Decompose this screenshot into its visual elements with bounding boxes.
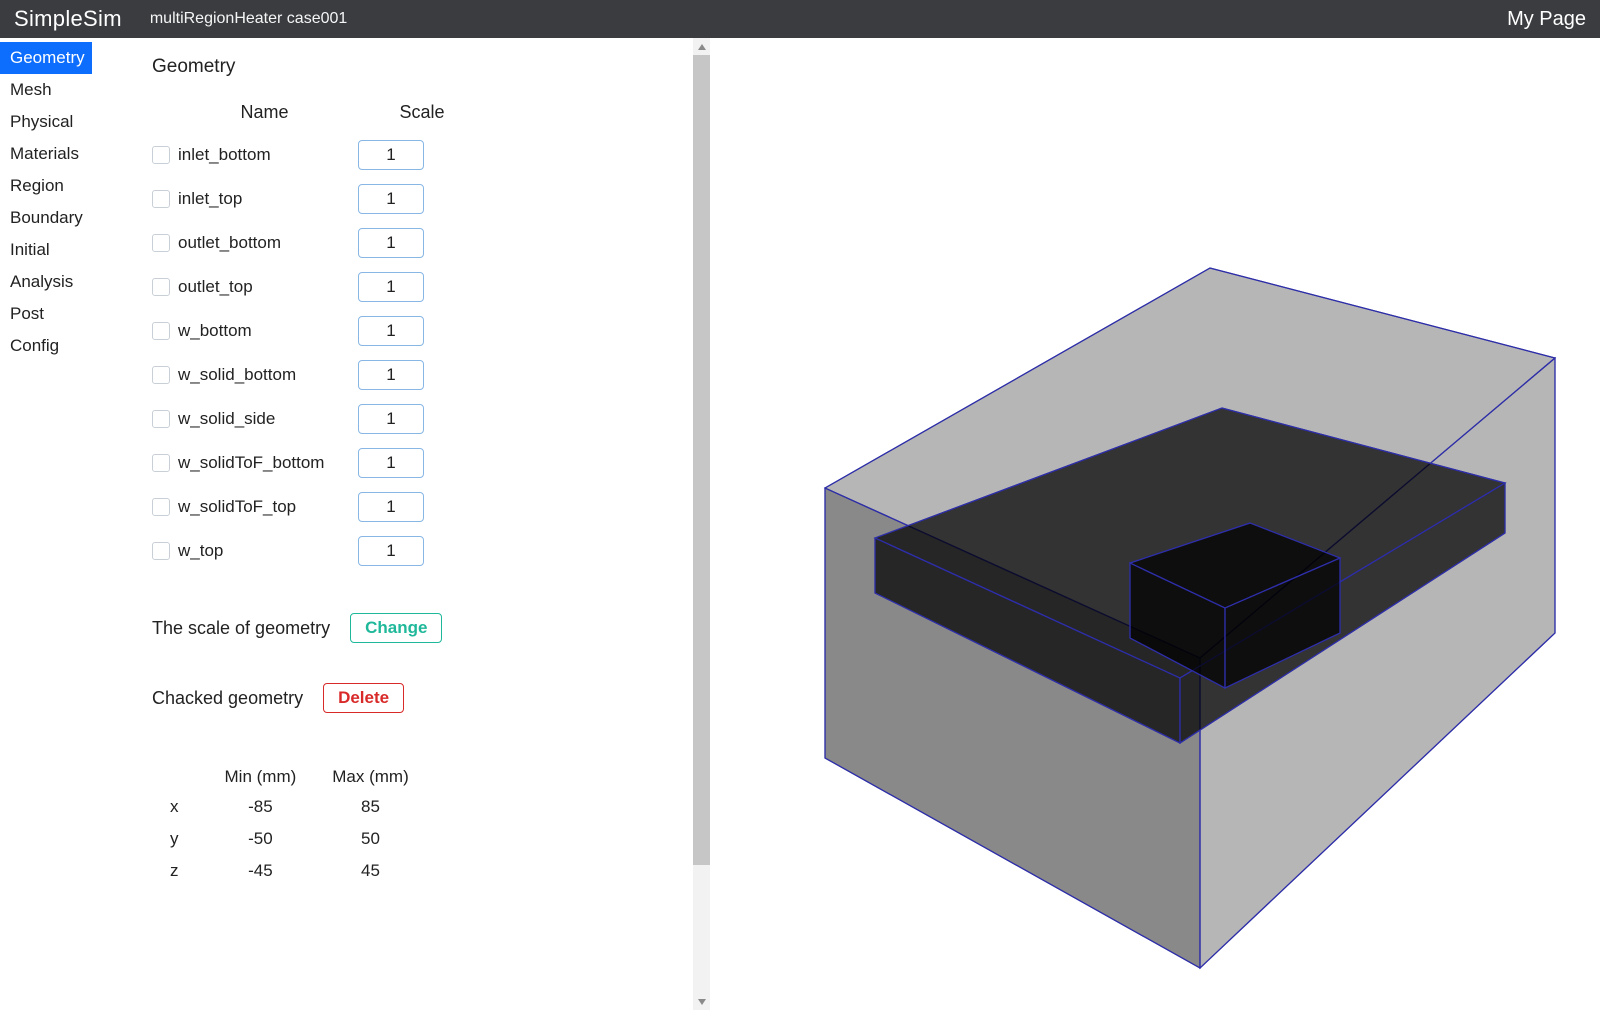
sidebar-item-mesh[interactable]: Mesh (0, 74, 92, 106)
row-scale-input[interactable]: 1 (358, 272, 424, 302)
sidebar-item-boundary[interactable]: Boundary (0, 202, 92, 234)
sidebar-item-analysis[interactable]: Analysis (0, 266, 92, 298)
geometry-row: inlet_bottom1 (152, 133, 650, 177)
bbox-x-axis: x (152, 791, 207, 823)
row-checkbox[interactable] (152, 366, 170, 384)
geometry-row: w_top1 (152, 529, 650, 573)
bbox-min-header: Min (mm) (207, 763, 315, 791)
row-name: w_bottom (178, 321, 358, 341)
col-name-header: Name (172, 102, 357, 123)
row-checkbox[interactable] (152, 542, 170, 560)
row-scale-input[interactable]: 1 (358, 184, 424, 214)
row-scale-input[interactable]: 1 (358, 140, 424, 170)
bbox-y-max: 50 (314, 823, 426, 855)
delete-button[interactable]: Delete (323, 683, 404, 713)
row-checkbox[interactable] (152, 146, 170, 164)
row-name: w_solidToF_top (178, 497, 358, 517)
geometry-row: outlet_top1 (152, 265, 650, 309)
sidebar-item-initial[interactable]: Initial (0, 234, 92, 266)
geometry-table-header: Name Scale (172, 102, 650, 123)
bbox-z-max: 45 (314, 855, 426, 887)
geometry-row: w_solid_side1 (152, 397, 650, 441)
geometry-panel: Geometry Name Scale inlet_bottom1inlet_t… (92, 38, 710, 1010)
scale-label: The scale of geometry (152, 618, 330, 639)
bbox-y-axis: y (152, 823, 207, 855)
sidebar-item-region[interactable]: Region (0, 170, 92, 202)
geometry-row: w_solidToF_bottom1 (152, 441, 650, 485)
checked-label: Chacked geometry (152, 688, 303, 709)
scroll-up-icon[interactable] (693, 38, 710, 55)
row-name: w_solidToF_bottom (178, 453, 358, 473)
row-name: w_solid_side (178, 409, 358, 429)
bbox-z-axis: z (152, 855, 207, 887)
top-bar: SimpleSim multiRegionHeater case001 My P… (0, 0, 1600, 38)
geometry-row: outlet_bottom1 (152, 221, 650, 265)
bbox-x-max: 85 (314, 791, 426, 823)
row-checkbox[interactable] (152, 190, 170, 208)
row-scale-input[interactable]: 1 (358, 404, 424, 434)
geometry-row: w_solid_bottom1 (152, 353, 650, 397)
scroll-down-icon[interactable] (693, 993, 710, 1010)
row-scale-input[interactable]: 1 (358, 360, 424, 390)
bbox-x-min: -85 (207, 791, 315, 823)
sidebar: Geometry Mesh Physical Materials Region … (0, 38, 92, 1010)
row-checkbox[interactable] (152, 498, 170, 516)
row-checkbox[interactable] (152, 454, 170, 472)
3d-viewport[interactable] (710, 38, 1600, 1010)
row-checkbox[interactable] (152, 410, 170, 428)
app-brand: SimpleSim (14, 6, 122, 32)
row-scale-input[interactable]: 1 (358, 448, 424, 478)
mypage-link[interactable]: My Page (1507, 8, 1586, 31)
bbox-z-min: -45 (207, 855, 315, 887)
row-checkbox[interactable] (152, 234, 170, 252)
row-name: inlet_top (178, 189, 358, 209)
geometry-row: w_solidToF_top1 (152, 485, 650, 529)
scrollbar-thumb[interactable] (693, 55, 710, 865)
sidebar-item-geometry[interactable]: Geometry (0, 42, 92, 74)
bbox-table: Min (mm) Max (mm) x -85 85 y -50 50 z (152, 763, 427, 887)
row-name: w_solid_bottom (178, 365, 358, 385)
project-name: multiRegionHeater case001 (150, 10, 347, 28)
row-scale-input[interactable]: 1 (358, 492, 424, 522)
sidebar-item-post[interactable]: Post (0, 298, 92, 330)
sidebar-item-materials[interactable]: Materials (0, 138, 92, 170)
col-scale-header: Scale (357, 102, 487, 123)
row-name: w_top (178, 541, 358, 561)
sidebar-item-physical[interactable]: Physical (0, 106, 92, 138)
change-button[interactable]: Change (350, 613, 442, 643)
geometry-row: w_bottom1 (152, 309, 650, 353)
row-name: outlet_top (178, 277, 358, 297)
panel-title: Geometry (152, 56, 650, 78)
sidebar-item-config[interactable]: Config (0, 330, 92, 362)
geometry-row: inlet_top1 (152, 177, 650, 221)
row-name: inlet_bottom (178, 145, 358, 165)
row-scale-input[interactable]: 1 (358, 536, 424, 566)
bbox-max-header: Max (mm) (314, 763, 426, 791)
row-name: outlet_bottom (178, 233, 358, 253)
row-checkbox[interactable] (152, 278, 170, 296)
row-scale-input[interactable]: 1 (358, 228, 424, 258)
bbox-y-min: -50 (207, 823, 315, 855)
row-checkbox[interactable] (152, 322, 170, 340)
row-scale-input[interactable]: 1 (358, 316, 424, 346)
